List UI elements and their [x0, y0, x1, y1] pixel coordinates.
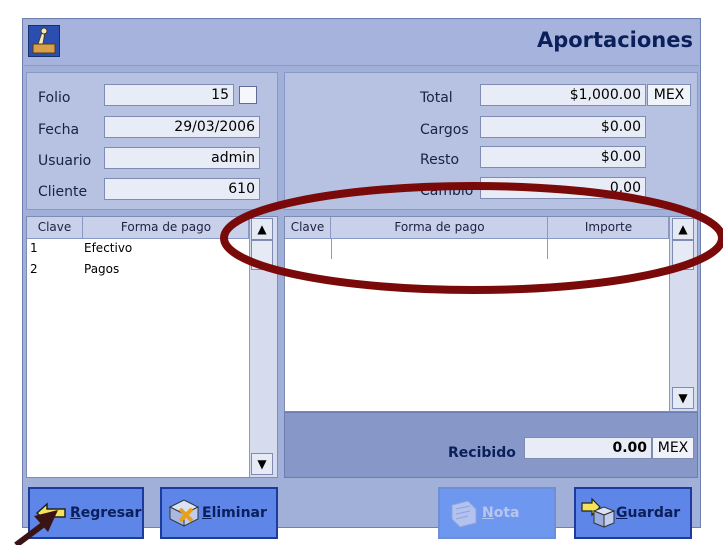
- annotation-ellipse: [220, 182, 723, 294]
- annotation-overlay: [14, 182, 723, 545]
